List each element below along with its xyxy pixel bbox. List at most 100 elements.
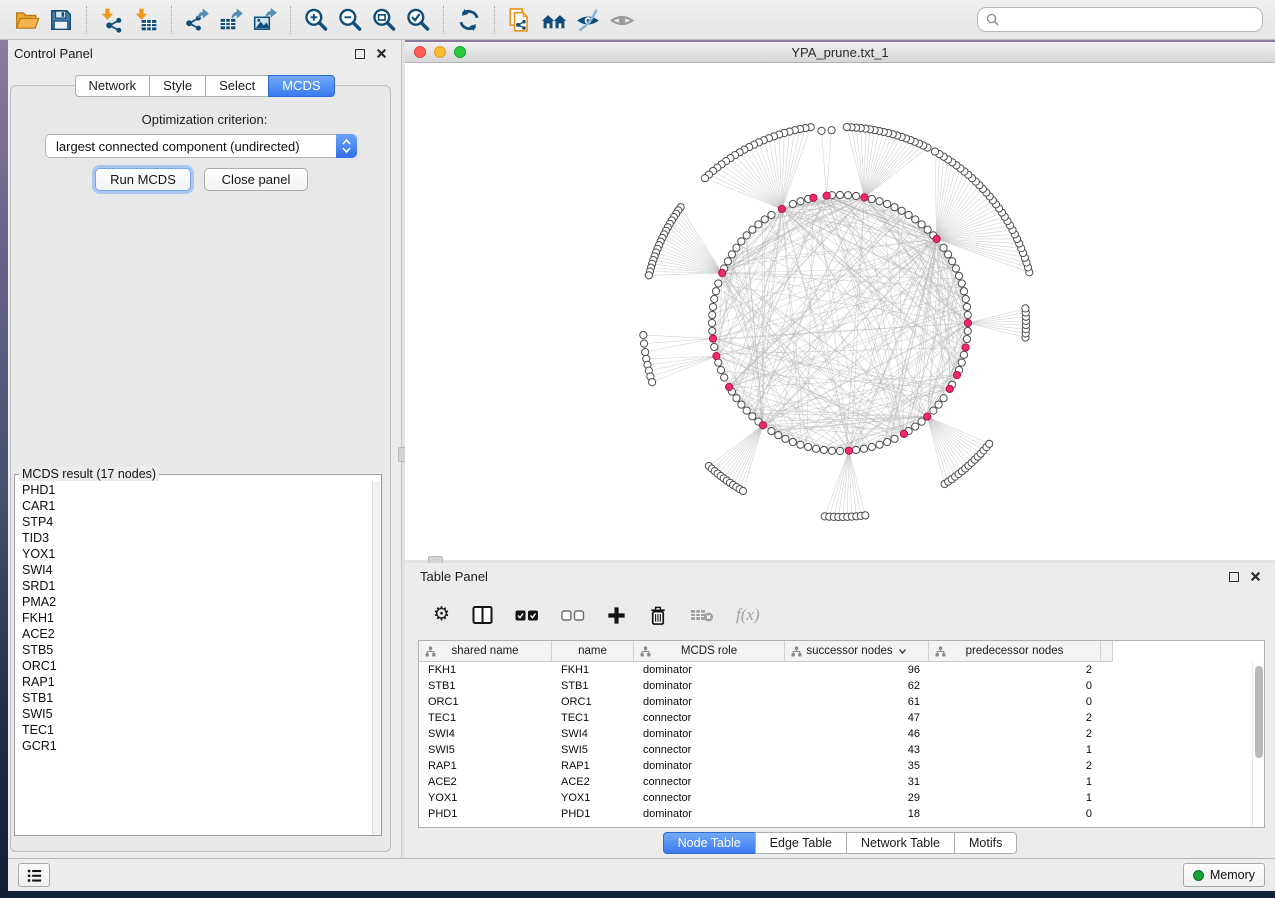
node-table: shared namenameMCDS rolesuccessor nodesp… xyxy=(418,640,1265,828)
open-file-button[interactable] xyxy=(10,4,44,36)
zoom-fit-button[interactable] xyxy=(367,4,401,36)
table-scrollbar-thumb[interactable] xyxy=(1255,666,1263,758)
column-header-shared-name[interactable]: shared name xyxy=(419,641,552,662)
mcds-result-item[interactable]: RAP1 xyxy=(22,674,371,690)
show-all-button[interactable] xyxy=(605,4,639,36)
mcds-result-item[interactable]: YOX1 xyxy=(22,546,371,562)
first-neighbors-button[interactable] xyxy=(537,4,571,36)
close-panel-button[interactable]: Close panel xyxy=(204,168,308,191)
table-row[interactable]: RAP1RAP1dominator352 xyxy=(419,758,1264,774)
mcds-result-item[interactable]: PHD1 xyxy=(22,482,371,498)
zoom-in-button[interactable] xyxy=(299,4,333,36)
add-column-icon[interactable] xyxy=(607,603,626,627)
column-header-mcds-role[interactable]: MCDS role xyxy=(634,641,785,662)
run-mcds-button[interactable]: Run MCDS xyxy=(95,168,191,191)
mcds-result-item[interactable]: STB5 xyxy=(22,642,371,658)
tab-style[interactable]: Style xyxy=(149,75,206,97)
hide-selected-button[interactable] xyxy=(571,4,605,36)
tab-network[interactable]: Network xyxy=(74,75,150,97)
float-panel-icon[interactable] xyxy=(355,49,365,59)
cell-shared-name: FKH1 xyxy=(419,664,552,676)
search-icon xyxy=(986,13,999,26)
houses-icon xyxy=(541,7,567,33)
import-table-icon xyxy=(133,7,159,33)
import-table-button[interactable] xyxy=(129,4,163,36)
delete-column-trash-icon[interactable] xyxy=(648,603,668,627)
table-row[interactable]: PHD1PHD1dominator180 xyxy=(419,806,1264,822)
table-settings-gear-icon[interactable]: ⚙ xyxy=(433,603,450,627)
tab-node-table[interactable]: Node Table xyxy=(663,832,756,854)
network-graph[interactable] xyxy=(405,63,1275,560)
mcds-result-item[interactable]: TEC1 xyxy=(22,722,371,738)
save-session-button[interactable] xyxy=(44,4,78,36)
close-table-panel-icon[interactable] xyxy=(1250,571,1261,582)
selected-criterion: largest connected component (undirected) xyxy=(46,139,336,154)
column-header-successor-nodes[interactable]: successor nodes xyxy=(785,641,929,662)
mcds-result-item[interactable]: ACE2 xyxy=(22,626,371,642)
show-column-panel-icon[interactable] xyxy=(472,603,493,627)
close-panel-icon[interactable] xyxy=(376,48,387,59)
cell-mcds-role: connector xyxy=(634,744,785,756)
mcds-result-item[interactable]: SRD1 xyxy=(22,578,371,594)
unselect-all-columns-icon[interactable] xyxy=(561,603,585,627)
table-row[interactable]: ORC1ORC1dominator610 xyxy=(419,694,1264,710)
tab-motifs[interactable]: Motifs xyxy=(954,832,1017,854)
cell-name: STB1 xyxy=(552,680,634,692)
tab-select[interactable]: Select xyxy=(205,75,269,97)
export-image-button[interactable] xyxy=(248,4,282,36)
memory-button[interactable]: Memory xyxy=(1183,863,1265,887)
mcds-result-item[interactable]: SWI4 xyxy=(22,562,371,578)
memory-label: Memory xyxy=(1210,868,1255,882)
function-builder-icon[interactable]: f(x) xyxy=(736,603,760,627)
column-header-predecessor-nodes[interactable]: predecessor nodes xyxy=(929,641,1101,662)
table-row[interactable]: SWI4SWI4dominator462 xyxy=(419,726,1264,742)
select-all-columns-icon[interactable] xyxy=(515,603,539,627)
table-row[interactable]: STB1STB1dominator620 xyxy=(419,678,1264,694)
table-row[interactable]: YOX1YOX1connector291 xyxy=(419,790,1264,806)
eye-slash-icon xyxy=(575,7,601,33)
table-row[interactable]: SWI5SWI5connector431 xyxy=(419,742,1264,758)
table-panel: Table Panel ⚙ f(x) shared namenameMCDS r… xyxy=(405,563,1275,858)
export-table-button[interactable] xyxy=(214,4,248,36)
mcds-result-item[interactable]: PMA2 xyxy=(22,594,371,610)
column-header-name[interactable]: name xyxy=(552,641,634,662)
cell-successor-nodes: 29 xyxy=(785,792,929,804)
export-network-button[interactable] xyxy=(180,4,214,36)
search-input[interactable] xyxy=(1004,13,1254,27)
mcds-result-item[interactable]: SWI5 xyxy=(22,706,371,722)
float-table-panel-icon[interactable] xyxy=(1229,572,1239,582)
mcds-result-item[interactable]: FKH1 xyxy=(22,610,371,626)
table-row[interactable]: FKH1FKH1dominator962 xyxy=(419,662,1264,678)
mcds-result-item[interactable]: STB1 xyxy=(22,690,371,706)
mcds-result-item[interactable]: ORC1 xyxy=(22,658,371,674)
import-network-button[interactable] xyxy=(95,4,129,36)
table-row[interactable]: TEC1TEC1connector472 xyxy=(419,710,1264,726)
clone-network-icon xyxy=(507,7,533,33)
cell-mcds-role: dominator xyxy=(634,696,785,708)
cell-predecessor-nodes: 0 xyxy=(929,680,1101,692)
toolbar-separator xyxy=(290,6,291,34)
cell-predecessor-nodes: 2 xyxy=(929,728,1101,740)
tab-mcds[interactable]: MCDS xyxy=(268,75,334,97)
cell-predecessor-nodes: 0 xyxy=(929,808,1101,820)
cell-name: SWI5 xyxy=(552,744,634,756)
network-window: YPA_prune.txt_1 xyxy=(405,42,1275,560)
mcds-result-item[interactable]: STP4 xyxy=(22,514,371,530)
mcds-result-item[interactable]: GCR1 xyxy=(22,738,371,754)
zoom-selected-button[interactable] xyxy=(401,4,435,36)
cell-name: TEC1 xyxy=(552,712,634,724)
cell-predecessor-nodes: 0 xyxy=(929,696,1101,708)
delete-table-icon[interactable] xyxy=(690,603,714,627)
table-scrollbar-track[interactable] xyxy=(1252,662,1264,827)
mcds-result-item[interactable]: TID3 xyxy=(22,530,371,546)
task-history-button[interactable] xyxy=(18,863,50,887)
optimization-criterion-select[interactable]: largest connected component (undirected) xyxy=(45,134,357,158)
table-row[interactable]: ACE2ACE2connector311 xyxy=(419,774,1264,790)
mcds-result-item[interactable]: CAR1 xyxy=(22,498,371,514)
tab-edge-table[interactable]: Edge Table xyxy=(755,832,847,854)
mcds-list-scrollbar[interactable] xyxy=(372,481,381,835)
clone-network-button[interactable] xyxy=(503,4,537,36)
tab-network-table[interactable]: Network Table xyxy=(846,832,955,854)
zoom-out-button[interactable] xyxy=(333,4,367,36)
refresh-layout-button[interactable] xyxy=(452,4,486,36)
